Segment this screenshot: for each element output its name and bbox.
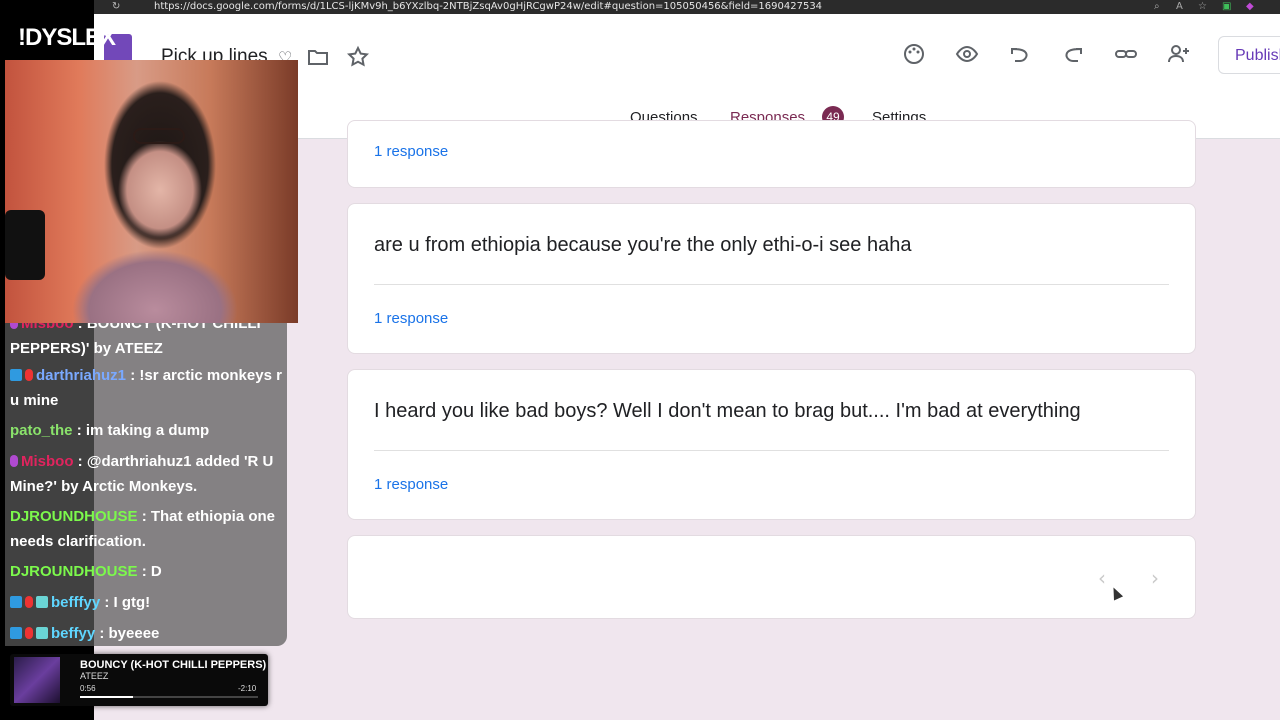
chat-username: DJROUNDHOUSE <box>10 563 138 580</box>
cherry-badge-icon <box>25 369 33 381</box>
favorite-star-icon[interactable]: ☆ <box>1198 0 1207 13</box>
address-bar[interactable]: https://docs.google.com/forms/d/1LCS-ljK… <box>154 0 822 13</box>
response-card: I heard you like bad boys? Well I don't … <box>347 369 1196 520</box>
now-playing-widget: BOUNCY (K-HOT CHILLI PEPPERS) ATEEZ 0:56… <box>10 654 268 706</box>
song-artist: ATEEZ <box>80 671 109 681</box>
zoom-icon[interactable]: ⌕ <box>1154 0 1160 13</box>
star-icon[interactable] <box>346 45 374 69</box>
chat-username: Misboo <box>21 323 74 332</box>
prime-badge-icon <box>10 627 22 639</box>
chat-message: Misboo : @darthriahuz1 added 'R U Mine?'… <box>10 449 285 499</box>
cherry-badge-icon <box>25 627 33 639</box>
mic-badge-icon <box>10 455 18 467</box>
response-card: 1 response <box>347 120 1196 188</box>
chat-username: beffyy <box>51 625 96 642</box>
reload-icon[interactable]: ↻ <box>112 0 120 13</box>
extension-icon[interactable]: ▣ <box>1222 0 1231 13</box>
browser-url-bar: ↻ https://docs.google.com/forms/d/1LCS-l… <box>94 0 1280 14</box>
redo-icon[interactable] <box>1061 42 1089 66</box>
chat-message: befffyy : I gtg! <box>10 590 285 615</box>
mic-badge-icon <box>10 323 18 329</box>
song-title: BOUNCY (K-HOT CHILLI PEPPERS) <box>80 659 267 671</box>
cherry-badge-icon <box>25 596 33 608</box>
move-to-folder-icon[interactable] <box>306 45 334 69</box>
chat-message: DJROUNDHOUSE : That ethiopia one needs c… <box>10 504 285 554</box>
chat-message: Misboo : BOUNCY (K-HOT CHILLI PEPPERS)' … <box>10 323 285 361</box>
profile-extension-icon[interactable]: ◆ <box>1246 0 1254 13</box>
prime-badge-icon <box>10 596 22 608</box>
pagination-card: ‹ › <box>347 535 1196 619</box>
response-count-link[interactable]: 1 response <box>374 143 448 160</box>
chat-message: beffyy : byeeee <box>10 621 285 646</box>
chat-message: pato_the : im taking a dump <box>10 418 285 443</box>
question-text: are u from ethiopia because you're the o… <box>374 234 912 256</box>
response-count-link[interactable]: 1 response <box>374 476 448 493</box>
song-progress-bar <box>80 696 258 698</box>
song-progress-fill <box>80 696 134 698</box>
publish-button[interactable]: Publish <box>1218 36 1280 74</box>
microphone-icon <box>5 210 45 280</box>
chat-text: : I gtg! <box>104 594 151 611</box>
chat-username: pato_the <box>10 422 73 439</box>
chat-username: befffyy <box>51 594 101 611</box>
preview-eye-icon[interactable] <box>955 42 983 66</box>
chat-text: : byeeee <box>99 625 160 642</box>
prime-badge-icon <box>10 369 22 381</box>
divider <box>374 450 1169 451</box>
next-page-icon[interactable]: › <box>1151 566 1159 590</box>
chat-username: Misboo <box>21 453 74 470</box>
add-collaborator-icon[interactable] <box>1167 42 1195 66</box>
sub-badge-icon <box>36 596 48 608</box>
response-count-link[interactable]: 1 response <box>374 310 448 327</box>
response-card: are u from ethiopia because you're the o… <box>347 203 1196 354</box>
elapsed-time: 0:56 <box>80 684 96 693</box>
webcam-feed <box>5 60 298 323</box>
chat-overlay: Misboo : BOUNCY (K-HOT CHILLI PEPPERS)' … <box>5 323 287 646</box>
album-art <box>14 657 60 703</box>
read-aloud-icon[interactable]: A <box>1176 0 1183 13</box>
chat-username: DJROUNDHOUSE <box>10 508 138 525</box>
undo-icon[interactable] <box>1008 42 1036 66</box>
divider <box>374 284 1169 285</box>
chat-text: : D <box>141 563 162 580</box>
previous-page-icon[interactable]: ‹ <box>1098 566 1106 590</box>
chat-message: DJROUNDHOUSE : D <box>10 559 285 584</box>
streamer-glasses <box>133 128 185 144</box>
chat-username: darthriahuz1 <box>36 367 127 384</box>
remaining-time: -2:10 <box>238 684 257 693</box>
sub-badge-icon <box>36 627 48 639</box>
question-text: I heard you like bad boys? Well I don't … <box>374 400 1081 422</box>
chat-text: : im taking a dump <box>76 422 210 439</box>
palette-icon[interactable] <box>902 42 930 66</box>
chat-message: darthriahuz1 : !sr arctic monkeys r u mi… <box>10 363 285 413</box>
channel-logo: !DYSLEX <box>18 24 116 51</box>
link-icon[interactable] <box>1114 42 1142 66</box>
